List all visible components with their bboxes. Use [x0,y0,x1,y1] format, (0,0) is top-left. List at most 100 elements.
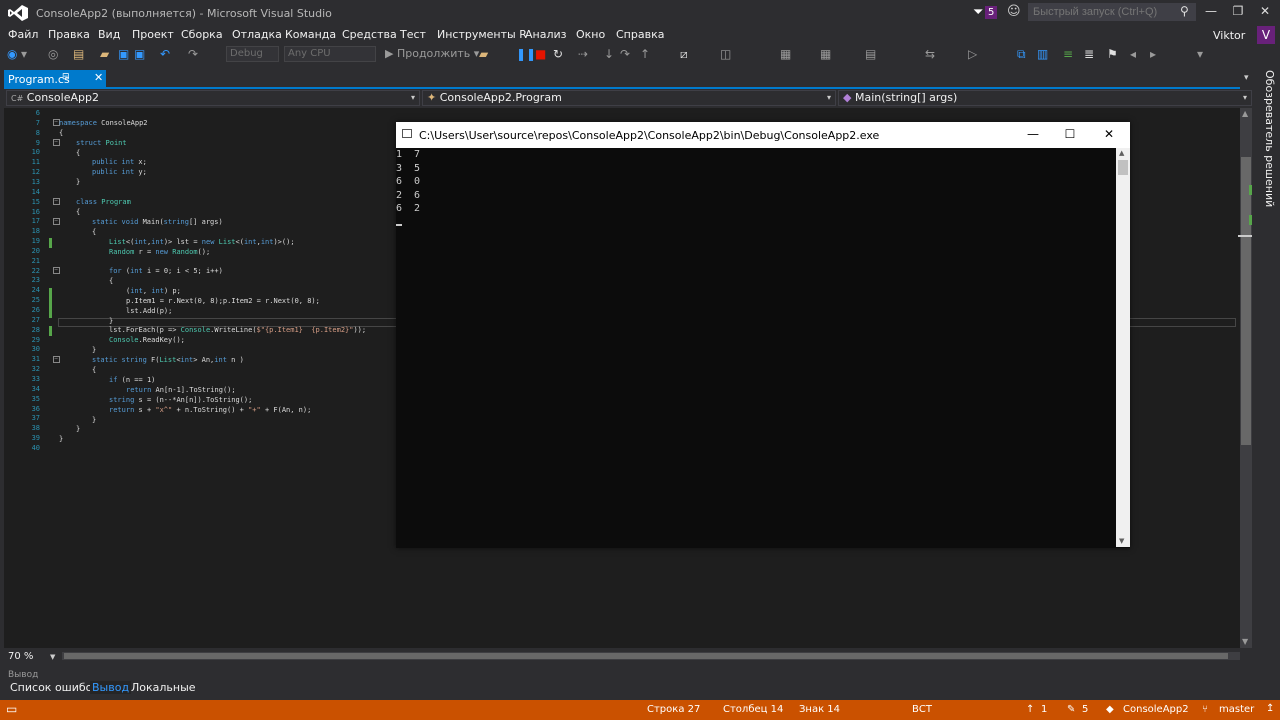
status-repo[interactable]: ConsoleApp2 [1123,704,1189,715]
status-edits[interactable]: 5 [1082,704,1088,715]
redo-icon[interactable]: ↷ [188,47,198,61]
outdent-icon[interactable]: ≣ [1084,47,1094,61]
process-icon[interactable]: ▰ [479,47,488,61]
menu-file[interactable]: Файл [8,28,38,41]
restart-icon[interactable]: ↻ [553,47,563,61]
forward-icon[interactable]: ◎ [48,47,58,61]
fold-toggle[interactable]: − [53,139,60,146]
pencil-icon[interactable]: ✎ [1067,704,1075,715]
class-icon: ✦ [427,91,437,104]
menu-tools[interactable]: Средства [342,28,397,41]
class-navigator[interactable]: ✦ ConsoleApp2.Program ▾ [422,90,836,106]
tab-locals[interactable]: Локальные [129,681,198,694]
feedback-icon[interactable]: ☺ [1007,4,1021,19]
window-icon[interactable]: ▥ [1037,47,1048,61]
new-project-icon[interactable]: ▤ [73,47,84,61]
user-name[interactable]: Viktor [1213,29,1245,42]
bookmark-icon[interactable]: ⚑ [1107,47,1118,61]
console-close-icon[interactable]: ✕ [1097,127,1121,141]
bookmark-prev-icon[interactable]: ◂ [1130,47,1136,61]
run-icon[interactable]: ▷ [968,47,977,61]
comment-icon[interactable]: ▦ [780,47,791,61]
pin-icon[interactable]: ⊟ [62,72,70,82]
format-icon[interactable]: ▤ [865,47,876,61]
menu-project[interactable]: Проект [132,28,174,41]
line-number: 7 [35,118,40,127]
dropdown-arrow-icon[interactable]: ▾ [21,47,27,61]
console-maximize-icon[interactable]: ☐ [1058,127,1082,141]
filter-icon[interactable]: ⏷ [973,5,983,20]
status-up-count[interactable]: 1 [1041,704,1047,715]
arrow-up-icon[interactable]: ↑ [1026,704,1034,715]
step-icon[interactable]: ⇢ [578,47,588,61]
save-icon[interactable]: ▣ [118,47,129,61]
solution-explorer-tab[interactable]: Обозреватель решений [1258,70,1276,250]
quick-launch-input[interactable] [1028,3,1196,21]
scroll-up-icon[interactable]: ▲ [1242,109,1248,118]
chevron-down-icon[interactable]: ▼ [50,653,55,661]
scroll-down-icon[interactable]: ▼ [1242,637,1248,646]
save-all-icon[interactable]: ▣ [134,47,145,61]
config-select[interactable]: Debug [226,46,279,62]
menu-build[interactable]: Сборка [181,28,223,41]
restore-icon[interactable]: ❐ [1228,4,1248,18]
menu-edit[interactable]: Правка [48,28,90,41]
indent-icon[interactable]: ≡ [1063,47,1073,61]
step-over-icon[interactable]: ↷ [620,47,630,61]
zoom-level[interactable]: 70 % [8,651,33,662]
console-scroll-thumb[interactable] [1118,160,1128,175]
publish-icon[interactable]: ↥ [1266,703,1274,714]
member-navigator[interactable]: ◆ Main(string[] args) ▾ [838,90,1252,106]
menu-analyze[interactable]: Анализ [525,28,567,41]
uncomment-icon[interactable]: ▦ [820,47,831,61]
tab-overflow-icon[interactable]: ▾ [1244,73,1249,83]
diagnostics-icon[interactable]: ⧄ [680,47,688,62]
continue-button[interactable]: ▶ Продолжить ▾ [385,47,479,60]
editor-scroll-thumb[interactable] [1241,157,1251,445]
menu-help[interactable]: Справка [616,28,664,41]
fold-toggle[interactable]: − [53,218,60,225]
horizontal-scroll-thumb[interactable] [64,653,1228,659]
fold-toggle[interactable]: − [53,356,60,363]
user-avatar[interactable]: V [1257,26,1275,44]
tab-output[interactable]: Вывод [90,681,132,694]
toolbar-options-icon[interactable]: ▾ [1197,47,1203,61]
branch-icon[interactable]: ⑂ [1202,704,1208,715]
close-icon[interactable]: ✕ [1255,4,1275,18]
tab-close-icon[interactable]: ✕ [94,71,103,84]
tab-error-list[interactable]: Список ошибок [8,681,101,694]
menu-view[interactable]: Вид [98,28,120,41]
fold-toggle[interactable]: − [53,267,60,274]
search-icon[interactable]: ⚲ [1180,4,1189,18]
compare-icon[interactable]: ⇆ [925,47,935,61]
layout-icon[interactable]: ⧉ [1017,47,1026,62]
console-window[interactable] [396,122,1130,548]
step-into-icon[interactable]: ↓ [604,47,614,61]
pause-icon[interactable]: ❚❚ [516,47,536,61]
undo-icon[interactable]: ↶ [160,47,170,61]
status-branch[interactable]: master [1219,704,1254,715]
menu-window[interactable]: Окно [576,28,605,41]
bookmark-next-icon[interactable]: ▸ [1150,47,1156,61]
line-number: 6 [35,109,40,117]
project-navigator[interactable]: C# ConsoleApp2 ▾ [6,90,420,106]
code-line: string s = (n--*An[n]).ToString(); [109,396,253,404]
repository-icon[interactable]: ◆ [1106,704,1114,715]
menu-test[interactable]: Тест [400,28,426,41]
menu-debug[interactable]: Отладка [232,28,282,41]
minimize-icon[interactable]: — [1201,4,1221,18]
notification-badge[interactable]: 5 [985,6,998,19]
menu-r-tools[interactable]: Инструменты R [437,28,527,41]
stop-icon[interactable]: ■ [535,47,546,61]
step-out-icon[interactable]: ↑ [640,47,650,61]
open-file-icon[interactable]: ▰ [100,47,109,61]
console-scroll-down-icon[interactable]: ▼ [1119,537,1124,545]
console-scrollbar[interactable] [1116,148,1130,547]
platform-select[interactable]: Any CPU [284,46,376,62]
menu-team[interactable]: Команда [285,28,336,41]
breakpoint-icon[interactable]: ◫ [720,47,731,61]
fold-toggle[interactable]: − [53,198,60,205]
console-scroll-up-icon[interactable]: ▲ [1119,149,1124,157]
console-minimize-icon[interactable]: — [1021,127,1045,141]
back-icon[interactable]: ◉ [7,47,17,61]
